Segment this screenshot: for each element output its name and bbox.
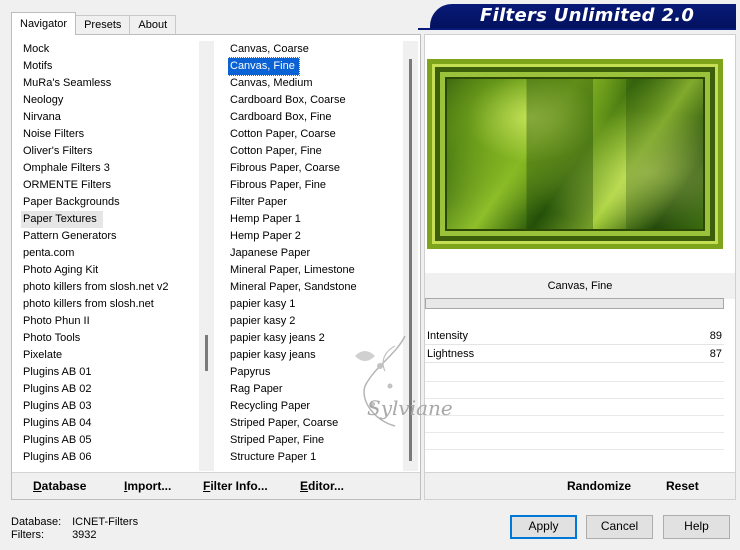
list-item[interactable]: Plugins AB 02 xyxy=(21,381,201,398)
category-scroll-thumb[interactable] xyxy=(205,335,208,371)
preview-frame xyxy=(445,77,705,231)
watermark-text: Sylviane xyxy=(367,396,453,420)
list-item[interactable]: Cardboard Box, Fine xyxy=(228,109,408,126)
status-database-value: ICNET-Filters xyxy=(72,516,139,528)
tab-about[interactable]: About xyxy=(129,15,177,35)
slider-intensity-value: 89 xyxy=(709,330,722,342)
slider-divider xyxy=(425,449,724,450)
list-item[interactable]: Pixelate xyxy=(21,347,201,364)
list-item[interactable]: Canvas, Coarse xyxy=(228,41,408,58)
category-list: Mock Motifs MuRa's Seamless Neology Nirvana N… xyxy=(21,41,201,471)
help-button[interactable]: Help xyxy=(663,515,730,539)
status-filters: Filters: 3932 xyxy=(11,529,97,541)
cancel-button[interactable]: Cancel xyxy=(586,515,653,539)
list-item[interactable]: Motifs xyxy=(21,58,201,75)
list-item[interactable]: Oliver's Filters xyxy=(21,143,201,160)
list-item[interactable]: Omphale Filters 3 xyxy=(21,160,201,177)
reset-button[interactable]: Reset xyxy=(666,479,699,493)
list-item[interactable]: Canvas, Medium xyxy=(228,75,408,92)
list-item[interactable]: Hemp Paper 1 xyxy=(228,211,408,228)
list-item[interactable]: photo killers from slosh.net v2 xyxy=(21,279,201,296)
status-database-label: Database: xyxy=(11,516,62,528)
status-filters-value: 3932 xyxy=(72,529,97,541)
app-title-banner: Filters Unlimited 2.0 xyxy=(430,4,736,28)
list-item[interactable]: Plugins AB 06 xyxy=(21,449,201,466)
list-item[interactable]: Hemp Paper 2 xyxy=(228,228,408,245)
list-item[interactable]: Fibrous Paper, Fine xyxy=(228,177,408,194)
list-item[interactable]: penta.com xyxy=(21,245,201,262)
list-item[interactable]: Paper Backgrounds xyxy=(21,194,201,211)
category-scrollbar[interactable] xyxy=(199,41,214,471)
filter-info-button[interactable]: Filter Info... xyxy=(203,479,268,493)
list-item[interactable]: Structure Paper 1 xyxy=(228,449,408,466)
list-item[interactable]: Cardboard Box, Coarse xyxy=(228,92,408,109)
randomize-button[interactable]: Randomize xyxy=(567,479,631,493)
preview-area xyxy=(425,35,735,273)
banner-divider xyxy=(418,28,736,30)
list-item[interactable]: Plugins AB 01 xyxy=(21,364,201,381)
list-item[interactable]: Plugins AB 05 xyxy=(21,432,201,449)
preview-image xyxy=(427,59,723,249)
list-item[interactable]: Nirvana xyxy=(21,109,201,126)
list-item[interactable]: Mineral Paper, Sandstone xyxy=(228,279,408,296)
list-item[interactable]: papier kasy 1 xyxy=(228,296,408,313)
import-button[interactable]: Import... xyxy=(124,479,171,493)
list-item[interactable]: Mineral Paper, Limestone xyxy=(228,262,408,279)
list-item[interactable]: Noise Filters xyxy=(21,126,201,143)
status-database: Database: ICNET-Filters xyxy=(11,516,138,528)
watermark: Sylviane xyxy=(335,326,485,446)
list-item[interactable]: Plugins AB 04 xyxy=(21,415,201,432)
apply-button[interactable]: Apply xyxy=(510,515,577,539)
list-item[interactable]: Plugins AB 03 xyxy=(21,398,201,415)
editor-button[interactable]: Editor... xyxy=(300,479,344,493)
list-item[interactable]: Neology xyxy=(21,92,201,109)
list-item[interactable]: Photo Phun II xyxy=(21,313,201,330)
list-item[interactable]: Photo Aging Kit xyxy=(21,262,201,279)
list-item[interactable]: Cotton Paper, Fine xyxy=(228,143,408,160)
preview-button-bar: Randomize Reset xyxy=(425,472,735,499)
list-item[interactable]: Pattern Generators xyxy=(21,228,201,245)
flourish-icon xyxy=(355,335,406,427)
list-item[interactable]: Photo Tools xyxy=(21,330,201,347)
tab-strip: Navigator Presets About xyxy=(11,12,177,35)
tab-navigator[interactable]: Navigator xyxy=(11,12,77,35)
status-filters-label: Filters: xyxy=(11,529,44,541)
list-item[interactable]: Cotton Paper, Coarse xyxy=(228,126,408,143)
tab-presets[interactable]: Presets xyxy=(75,15,131,35)
database-button[interactable]: Database xyxy=(33,479,86,493)
list-item[interactable]: Fibrous Paper, Coarse xyxy=(228,160,408,177)
list-item[interactable]: photo killers from slosh.net xyxy=(21,296,201,313)
list-item[interactable]: Japanese Paper xyxy=(228,245,408,262)
list-item[interactable]: MuRa's Seamless xyxy=(21,75,201,92)
selected-filter-name: Canvas, Fine xyxy=(425,273,735,299)
list-item[interactable]: Filter Paper xyxy=(228,194,408,211)
list-item[interactable]: Canvas, Fine xyxy=(228,57,300,76)
slider-lightness-value: 87 xyxy=(709,348,722,360)
list-item[interactable]: ORMENTE Filters xyxy=(21,177,201,194)
navigator-button-bar: Database Import... Filter Info... Editor… xyxy=(12,472,420,499)
list-item[interactable]: Paper Textures xyxy=(21,211,103,228)
list-item[interactable]: Mock xyxy=(21,41,201,58)
progress-bar xyxy=(425,298,724,309)
